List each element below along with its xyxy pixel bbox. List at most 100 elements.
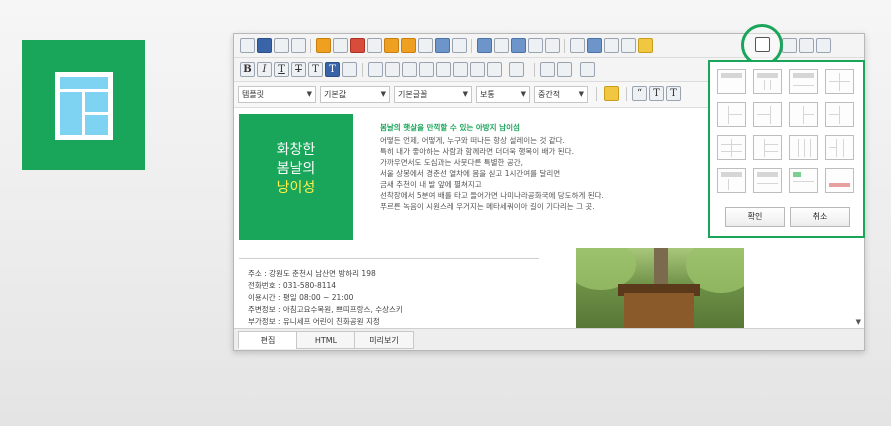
align-center-icon[interactable] xyxy=(385,62,400,77)
content-divider xyxy=(239,258,539,259)
tab-preview[interactable]: 미리보기 xyxy=(354,331,414,349)
article-line: 서울 상봉에서 경춘선 열차에 몸을 싣고 1시간여를 달리면 xyxy=(380,169,561,178)
underline-icon[interactable]: T xyxy=(274,62,289,77)
quote-icon[interactable]: “ xyxy=(632,86,647,101)
fit-width-icon[interactable] xyxy=(782,38,797,53)
layout-option[interactable] xyxy=(825,102,854,127)
layout-picker-popup: 확인 취소 xyxy=(708,60,865,238)
layout-template-icon xyxy=(55,72,113,140)
cut-icon[interactable] xyxy=(350,38,365,53)
find-icon[interactable] xyxy=(418,38,433,53)
align-justify-icon[interactable] xyxy=(419,62,434,77)
indent-icon[interactable] xyxy=(436,62,451,77)
size-select[interactable]: 중간적 ▼ xyxy=(534,86,588,103)
promo-line-1: 화창한 xyxy=(276,142,316,158)
frame-icon[interactable] xyxy=(545,38,560,53)
horizontal-line-icon[interactable] xyxy=(570,38,585,53)
copy-icon[interactable] xyxy=(367,38,382,53)
grid-icon[interactable] xyxy=(528,38,543,53)
layout-option[interactable] xyxy=(789,102,818,127)
quote-box-icon[interactable] xyxy=(557,62,572,77)
clear-format-icon[interactable] xyxy=(342,62,357,77)
save-icon[interactable] xyxy=(257,38,272,53)
article-line: 선착장에서 5분여 배를 타고 들어가면 나미나라공화국에 당도하게 된다. xyxy=(380,191,604,200)
article-heading: 봄날의 햇살을 만끽할 수 있는 아방지 남이섬 xyxy=(380,123,520,132)
layout-option[interactable] xyxy=(825,135,854,160)
strikethrough-icon[interactable]: T xyxy=(291,62,306,77)
info-list: 주소 : 강원도 춘천시 남산면 방하리 198 전화번호 : 031-580-… xyxy=(248,268,548,328)
layout-option[interactable] xyxy=(753,168,782,193)
outdent-icon[interactable] xyxy=(453,62,468,77)
info-item: 주소 : 강원도 춘천시 남산면 방하리 198 xyxy=(248,269,376,278)
new-document-icon[interactable] xyxy=(240,38,255,53)
highlight-color-icon[interactable]: T xyxy=(325,62,340,77)
bold-icon[interactable]: B xyxy=(240,62,255,77)
font-size-icon[interactable] xyxy=(580,62,595,77)
layout-option[interactable] xyxy=(753,102,782,127)
align-right-icon[interactable] xyxy=(402,62,417,77)
layout-option[interactable] xyxy=(717,168,746,193)
spellcheck-icon[interactable] xyxy=(452,38,467,53)
undo-icon[interactable] xyxy=(316,38,331,53)
layout-option[interactable] xyxy=(753,135,782,160)
layout-option[interactable] xyxy=(789,69,818,94)
layout-grid xyxy=(717,69,857,197)
layout-option[interactable] xyxy=(789,135,818,160)
scroll-down-arrow-icon[interactable]: ▼ xyxy=(856,318,861,326)
print-icon[interactable] xyxy=(274,38,289,53)
replace-icon[interactable] xyxy=(435,38,450,53)
redo-icon[interactable] xyxy=(333,38,348,53)
text-color-icon[interactable]: T xyxy=(308,62,323,77)
info-item: 전화번호 : 031-580-8114 xyxy=(248,281,337,290)
brand-tile xyxy=(22,40,145,170)
numbered-list-icon[interactable] xyxy=(509,62,524,77)
bulleted-list-icon[interactable] xyxy=(487,62,502,77)
subscript-icon[interactable]: T xyxy=(649,86,664,101)
layout-template-button[interactable] xyxy=(755,37,770,52)
article-line: 특히 내가 좋아하는 사람과 함께라면 더더욱 행복이 배가 된다. xyxy=(380,147,574,156)
promo-block: 화창한 봄날의 낭이성 xyxy=(239,114,353,240)
layout-option[interactable] xyxy=(825,69,854,94)
layout-option[interactable] xyxy=(753,69,782,94)
style-select[interactable]: 기본값 ▼ xyxy=(320,86,390,103)
link-icon[interactable] xyxy=(587,38,602,53)
media-icon[interactable] xyxy=(494,38,509,53)
special-char-icon[interactable] xyxy=(621,38,636,53)
article-text: 봄날의 햇살을 만끽할 수 있는 아방지 남이섬 어떻든 언제, 어떻게, 누구… xyxy=(380,122,710,212)
box-icon[interactable] xyxy=(540,62,555,77)
font-select[interactable]: 기본글꼴 ▼ xyxy=(394,86,472,103)
article-line: 금새 추천이 내 발 앞에 펼쳐지고 xyxy=(380,180,482,189)
paste-special-icon[interactable] xyxy=(401,38,416,53)
emoticon-icon[interactable] xyxy=(638,38,653,53)
layout-option[interactable] xyxy=(825,168,854,193)
paste-icon[interactable] xyxy=(384,38,399,53)
article-line: 푸르른 녹음이 시원스레 우거지는 메타세쿼이아 길이 기다리는 그 곳. xyxy=(380,202,595,211)
format-painter-icon[interactable] xyxy=(604,86,619,101)
layout-option[interactable] xyxy=(717,135,746,160)
italic-icon[interactable]: I xyxy=(257,62,272,77)
table-icon[interactable] xyxy=(511,38,526,53)
template-select[interactable]: 템플릿 ▼ xyxy=(238,86,316,103)
zoom-out-icon[interactable] xyxy=(816,38,831,53)
info-item: 이용시간 : 평일 08:00 ~ 21:00 xyxy=(248,293,354,302)
superscript-icon[interactable]: T xyxy=(666,86,681,101)
weight-select[interactable]: 보통 ▼ xyxy=(476,86,530,103)
layout-option[interactable] xyxy=(717,69,746,94)
zoom-in-icon[interactable] xyxy=(799,38,814,53)
info-item: 부가정보 : 유니세프 어린이 친화공원 지정 xyxy=(248,317,380,326)
tab-edit[interactable]: 편집 xyxy=(238,331,298,349)
article-line: 가까우면서도 도심과는 사뭇다른 특별한 공간, xyxy=(380,158,524,167)
cancel-button[interactable]: 취소 xyxy=(790,207,850,227)
layout-option[interactable] xyxy=(789,168,818,193)
preview-icon[interactable] xyxy=(291,38,306,53)
promo-line-3: 낭이성 xyxy=(276,180,316,196)
divider-icon[interactable] xyxy=(604,38,619,53)
line-spacing-icon[interactable] xyxy=(470,62,485,77)
layout-option[interactable] xyxy=(717,102,746,127)
promo-line-2: 봄날의 xyxy=(276,161,316,177)
align-left-icon[interactable] xyxy=(368,62,383,77)
tab-html[interactable]: HTML xyxy=(296,331,356,349)
article-line: 어떻든 언제, 어떻게, 누구와 떠나든 항상 설레이는 것 같다. xyxy=(380,136,565,145)
image-icon[interactable] xyxy=(477,38,492,53)
confirm-button[interactable]: 확인 xyxy=(725,207,785,227)
